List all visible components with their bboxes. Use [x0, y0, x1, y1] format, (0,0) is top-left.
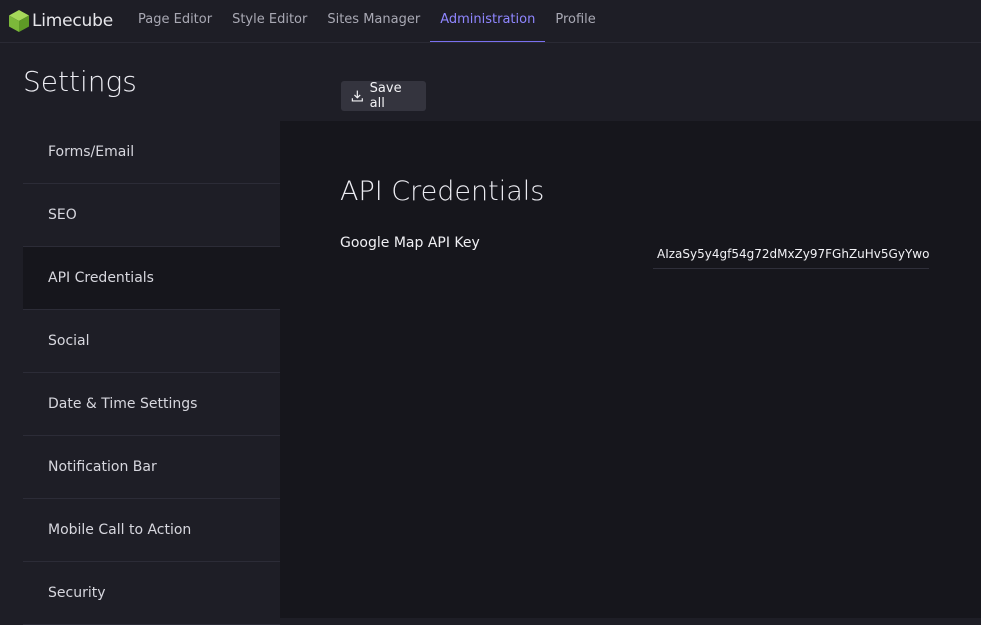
- page-title: Settings: [23, 65, 137, 98]
- sidebar-item-mobile-call-to-action[interactable]: Mobile Call to Action: [23, 499, 280, 562]
- nav-profile[interactable]: Profile: [545, 0, 605, 42]
- google-map-api-key-input[interactable]: [653, 239, 929, 269]
- top-navigation-bar: Limecube Page Editor Style Editor Sites …: [0, 0, 981, 43]
- sidebar-item-api-credentials[interactable]: API Credentials: [23, 247, 280, 310]
- sidebar-item-date-time-settings[interactable]: Date & Time Settings: [23, 373, 280, 436]
- sidebar-item-security[interactable]: Security: [23, 562, 280, 625]
- main-toolbar: Save all: [280, 43, 981, 121]
- save-all-button[interactable]: Save all: [341, 81, 426, 111]
- sidebar-item-notification-bar[interactable]: Notification Bar: [23, 436, 280, 499]
- sidebar-item-forms-email[interactable]: Forms/Email: [23, 121, 280, 184]
- app-logo[interactable]: Limecube: [8, 8, 113, 34]
- settings-content: API Credentials Google Map API Key: [280, 121, 981, 618]
- app-logo-text: Limecube: [32, 11, 113, 31]
- download-icon: [351, 90, 363, 102]
- sidebar-item-seo[interactable]: SEO: [23, 184, 280, 247]
- settings-menu: Forms/Email SEO API Credentials Social D…: [23, 121, 280, 625]
- main-nav: Page Editor Style Editor Sites Manager A…: [128, 0, 606, 42]
- save-all-label: Save all: [369, 81, 402, 111]
- section-title: API Credentials: [340, 176, 545, 207]
- nav-sites-manager[interactable]: Sites Manager: [317, 0, 430, 42]
- limecube-logo-icon: [9, 10, 29, 32]
- nav-style-editor[interactable]: Style Editor: [222, 0, 317, 42]
- settings-sidebar: Settings Forms/Email SEO API Credentials…: [0, 43, 280, 625]
- google-map-api-key-label: Google Map API Key: [340, 235, 480, 251]
- sidebar-item-social[interactable]: Social: [23, 310, 280, 373]
- nav-administration[interactable]: Administration: [430, 0, 546, 42]
- nav-page-editor[interactable]: Page Editor: [128, 0, 222, 42]
